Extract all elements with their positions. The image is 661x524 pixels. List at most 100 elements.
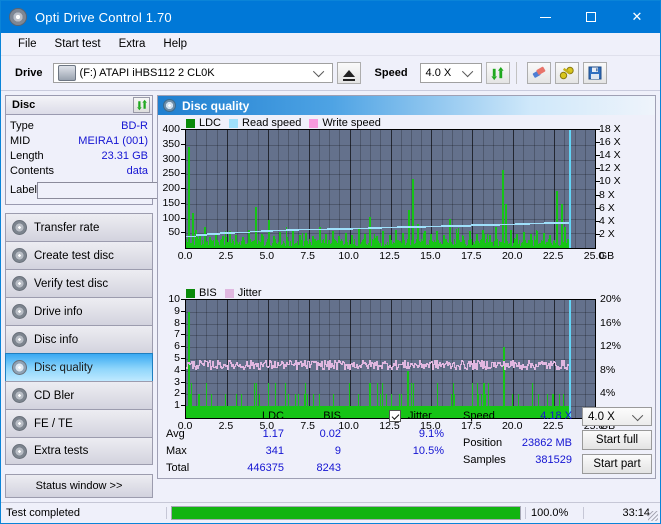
legend-label-write-speed: Write speed (322, 117, 381, 129)
drive-select[interactable]: (F:) ATAPI iHBS112 2 CL0K (53, 63, 333, 83)
disc-icon (12, 444, 27, 459)
chart2-legend: BIS Jitter (186, 287, 266, 299)
eject-icon (343, 70, 355, 77)
disc-info-box: Type BD-R MID MEIRA1 (001) Length 23.31 … (5, 115, 153, 205)
sidebar-item-disc-info[interactable]: Disc info (5, 325, 153, 353)
close-icon[interactable]: ✕ (614, 1, 660, 33)
legend-label-jitter: Jitter (238, 287, 262, 299)
y2-tick-label: 16% (600, 317, 621, 329)
x-tick-label: 20.0 (499, 250, 525, 262)
start-full-button[interactable]: Start full (582, 430, 652, 450)
chart1-legend: LDC Read speed Write speed (186, 117, 385, 129)
refresh-icon (490, 66, 505, 81)
speed-select-value: 4.0 X (426, 67, 452, 79)
result-speed-value: 4.0 X (588, 411, 615, 423)
legend-swatch-jitter (225, 289, 234, 298)
sidebar-item-drive-info[interactable]: Drive info (5, 297, 153, 325)
disc-row-mid: MID MEIRA1 (001) (10, 133, 148, 148)
drive-label: Drive (15, 67, 43, 79)
disc-row-contents-key: Contents (10, 165, 54, 177)
stats-row-max-jitter: 10.5% (396, 445, 444, 457)
speed-select[interactable]: 4.0 X (420, 63, 482, 83)
disc-icon (12, 276, 27, 291)
window-title: Opti Drive Control 1.70 (35, 10, 172, 25)
menu-start-test[interactable]: Start test (46, 36, 110, 52)
menu-extra[interactable]: Extra (110, 36, 155, 52)
eject-button[interactable] (337, 62, 361, 84)
ldc-read-speed-plot[interactable] (185, 129, 596, 249)
stats-row-total-bis: 8243 (293, 462, 341, 474)
y2-tick-label: 16 X (599, 136, 621, 148)
sidebar-item-transfer-rate[interactable]: Transfer rate (5, 213, 153, 241)
stats-row-avg-bis: 0.02 (301, 428, 341, 440)
chevron-down-icon (312, 66, 323, 77)
sidebar-item-label: Transfer rate (34, 222, 99, 234)
stats-row-total-ldc: 446375 (236, 462, 284, 474)
stats-col-ldc: LDC (244, 410, 284, 422)
legend-label-ldc: LDC (199, 117, 221, 129)
refresh-button[interactable] (486, 62, 510, 84)
save-button[interactable] (583, 62, 607, 84)
page-title: Disc quality (182, 99, 249, 113)
progress-percent: 100.0% (525, 507, 583, 519)
y-tick-label: 8 (158, 317, 180, 329)
tools-icon (559, 66, 575, 80)
sidebar: Disc Type BD-R MID MEIRA1 (1, 91, 157, 479)
y-tick-label: 100 (158, 212, 180, 224)
result-speed-select[interactable]: 4.0 X (582, 407, 652, 426)
sidebar-nav: Transfer rate Create test disc Verify te… (5, 213, 153, 465)
tools-button[interactable] (555, 62, 579, 84)
sidebar-item-fe-te[interactable]: FE / TE (5, 409, 153, 437)
status-window-button[interactable]: Status window >> (5, 474, 153, 498)
y2-tick-label: 12% (600, 340, 621, 352)
stats-row-max-bis: 9 (301, 445, 341, 457)
stats-row-avg-key: Avg (166, 428, 185, 440)
maximize-button[interactable] (568, 1, 614, 33)
disc-label-row: Label (10, 180, 148, 200)
start-part-button[interactable]: Start part (582, 454, 652, 474)
bis-jitter-plot[interactable] (185, 299, 596, 419)
disc-row-type-value: BD-R (121, 120, 148, 132)
sidebar-item-label: Disc info (34, 334, 78, 346)
panel-header: Disc quality (158, 96, 655, 115)
disc-row-mid-value: MEIRA1 (001) (78, 135, 148, 147)
x-tick-label: 2.5 (213, 250, 239, 262)
title-bar: Opti Drive Control 1.70 ✕ (1, 1, 660, 33)
jitter-checkbox[interactable] (389, 410, 401, 422)
x-axis-unit-label: GB (599, 250, 614, 262)
disc-refresh-button[interactable] (133, 97, 150, 113)
disc-icon (12, 332, 27, 347)
sidebar-item-cd-bler[interactable]: CD Bler (5, 381, 153, 409)
minimize-button[interactable] (522, 1, 568, 33)
sidebar-item-label: Extra tests (34, 445, 88, 457)
readout-speed-value: 4.18 X (510, 410, 572, 422)
sidebar-item-extra-tests[interactable]: Extra tests (5, 437, 153, 465)
y2-tick-label: 2 X (599, 228, 615, 240)
legend-label-bis: BIS (199, 287, 217, 299)
resize-grip[interactable] (648, 511, 658, 521)
progress-fill (172, 507, 520, 519)
x-tick-label: 10.0 (336, 250, 362, 262)
disc-row-type: Type BD-R (10, 118, 148, 133)
stats-row-avg-ldc: 1.17 (244, 428, 284, 440)
x-tick-label: 15.0 (417, 250, 443, 262)
readout-position-key: Position (463, 437, 502, 449)
sidebar-item-disc-quality[interactable]: Disc quality (5, 353, 153, 381)
status-message: Test completed (1, 507, 167, 519)
disc-icon (12, 248, 27, 263)
disc-row-contents-value: data (127, 165, 148, 177)
disc-icon (12, 304, 27, 319)
charts-region: LDC Read speed Write speed 5010015020025… (158, 115, 655, 478)
menu-file[interactable]: File (9, 36, 46, 52)
x-tick-label: 0.0 (172, 250, 198, 262)
sidebar-item-verify-test-disc[interactable]: Verify test disc (5, 269, 153, 297)
drive-icon (58, 65, 76, 81)
sidebar-item-create-test-disc[interactable]: Create test disc (5, 241, 153, 269)
y-tick-label: 4 (158, 364, 180, 376)
erase-button[interactable] (527, 62, 551, 84)
menu-help[interactable]: Help (154, 36, 196, 52)
refresh-icon (136, 99, 148, 111)
stats-region: LDC BIS Jitter Avg 1.17 0.02 9.1% Max 34… (158, 406, 655, 478)
progress-bar (171, 506, 521, 520)
y2-tick-label: 20% (600, 293, 621, 305)
